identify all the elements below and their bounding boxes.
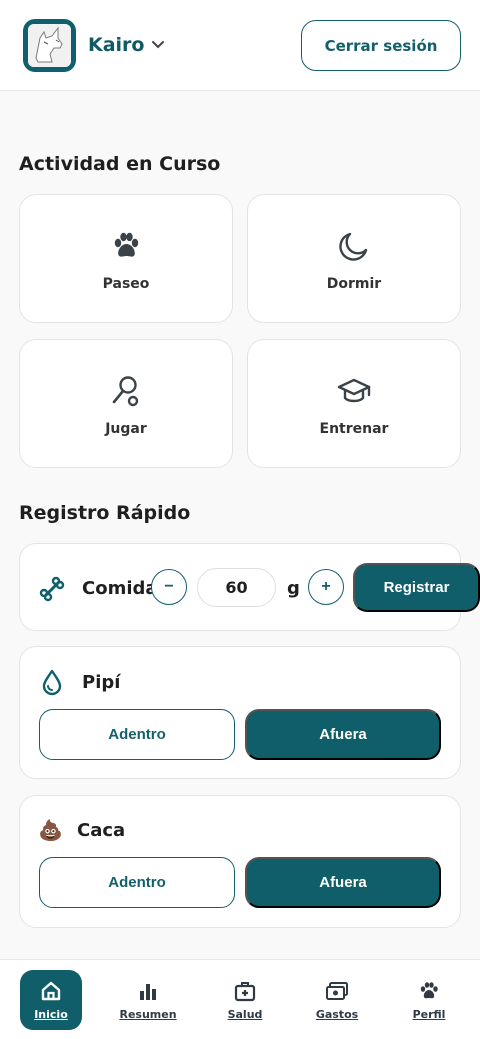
nav-label: Perfil [412,1007,446,1021]
medical-kit-icon [234,981,256,1001]
nav-item-home[interactable]: Inicio [20,970,82,1030]
nav-label: Salud [227,1007,263,1021]
app-header: Kairo Cerrar sesión [0,0,480,91]
quick-log-section-title: Registro Rápido [19,502,191,524]
poop-outside-button[interactable]: Afuera [245,857,441,908]
pee-label: Pipí [82,672,121,693]
home-icon [41,981,61,1000]
poop-inside-button[interactable]: Adentro [39,857,235,908]
moon-icon [339,232,368,261]
activity-card-play[interactable]: Jugar [19,339,233,468]
increase-quantity-button[interactable]: + [308,569,344,605]
paw-icon [420,981,438,998]
food-label: Comida [82,578,158,599]
activity-label: Paseo [102,276,150,292]
toy-icon [112,376,139,407]
decrease-quantity-button[interactable]: − [151,569,187,605]
poop-icon: 💩 [38,818,63,842]
nav-item-summary[interactable]: Resumen [117,970,179,1030]
food-quantity-input[interactable] [197,568,276,607]
nav-label: Gastos [315,1007,359,1021]
nav-label: Resumen [119,1007,177,1021]
money-icon [326,981,348,1000]
activity-label: Dormir [326,276,382,292]
nav-item-health[interactable]: Salud [214,970,276,1030]
graduation-cap-icon [337,378,371,403]
water-drop-icon [42,669,62,696]
nav-item-profile[interactable]: Perfil [398,970,460,1030]
paw-icon [114,232,139,257]
bar-chart-icon [140,983,156,1000]
chevron-down-icon[interactable] [151,38,165,52]
food-unit-label: g [287,578,300,599]
pet-name[interactable]: Kairo [88,34,144,56]
register-food-button[interactable]: Registrar [353,563,480,612]
activity-label: Jugar [105,421,147,437]
activity-card-sleep[interactable]: Dormir [247,194,461,323]
activity-card-train[interactable]: Entrenar [247,339,461,468]
poop-label: Caca [77,820,126,841]
pee-inside-button[interactable]: Adentro [39,709,235,760]
logout-button[interactable]: Cerrar sesión [301,20,461,71]
pet-photo [28,24,71,67]
activity-section-title: Actividad en Curso [19,153,221,175]
activity-card-walk[interactable]: Paseo [19,194,233,323]
nav-label: Inicio [34,1007,68,1021]
bone-icon [39,576,65,602]
activity-label: Entrenar [319,421,389,437]
nav-item-expenses[interactable]: Gastos [306,970,368,1030]
pee-outside-button[interactable]: Afuera [245,709,441,760]
pet-avatar[interactable] [23,19,76,72]
bottom-navigation: Inicio Resumen Salud Gastos Perfil [0,959,480,1039]
